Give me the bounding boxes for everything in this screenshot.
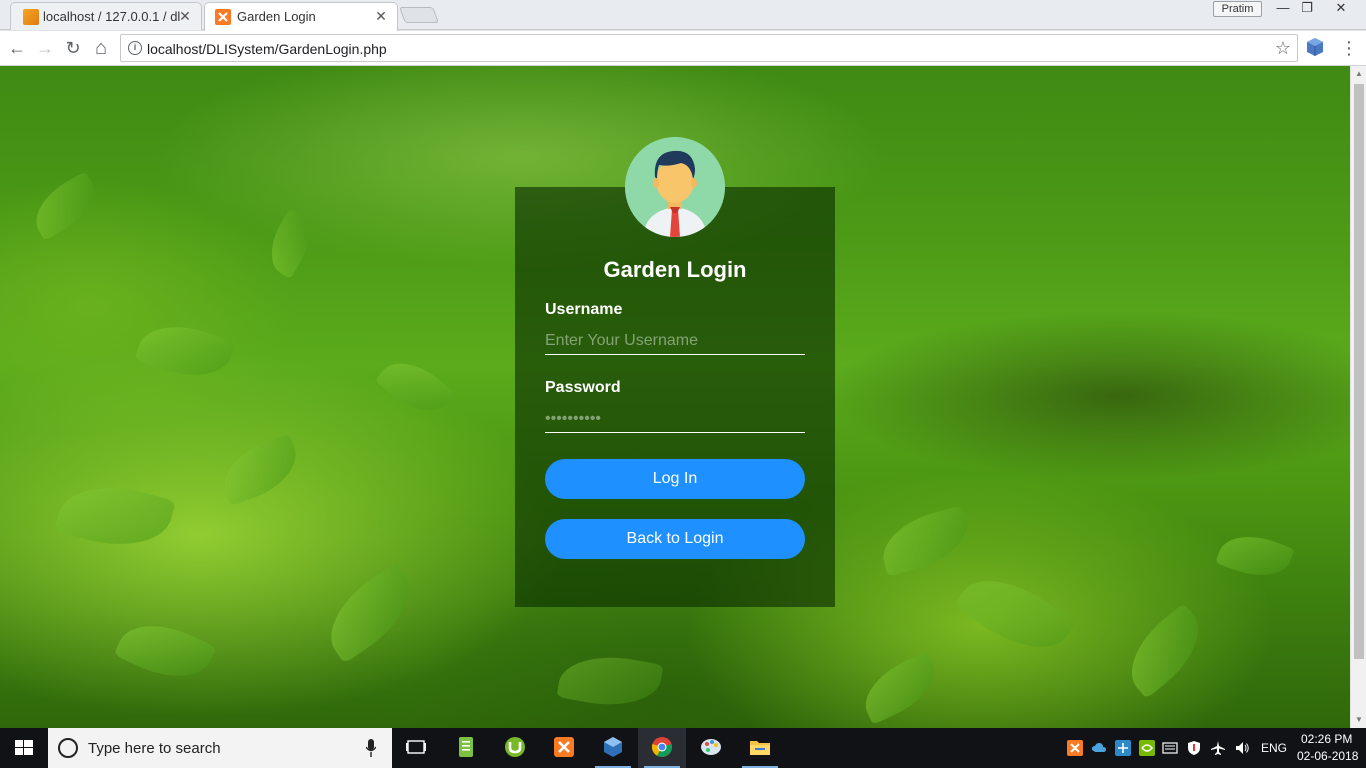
username-label: Username [545,301,623,318]
close-tab-icon[interactable]: ✕ [177,7,193,25]
task-view-button[interactable] [392,728,440,768]
notepad-plus-icon [459,737,473,757]
background-leaf [214,433,306,507]
notepad-plus-button[interactable] [442,728,490,768]
browser-menu-icon[interactable]: ⋮ [1340,35,1358,61]
folder-icon [750,741,770,755]
restore-icon[interactable]: ❐ [1294,0,1320,18]
user-avatar-icon [625,137,725,237]
taskbar-search[interactable]: Type here to search [48,728,392,768]
info-icon[interactable]: i [128,41,142,55]
xampp-tray-icon[interactable] [1067,740,1083,756]
clock-time[interactable]: 02:26 PM [1301,732,1352,746]
windows-taskbar: Type here to search ENG 02:26 PM 02-06-2… [0,728,1366,768]
background-leaf [113,609,217,693]
background-leaf [875,505,975,577]
start-button[interactable] [0,728,48,768]
minimize-icon[interactable]: — [1270,0,1296,18]
security-shield-tray-icon[interactable] [1186,740,1202,756]
keyboard-tray-icon[interactable] [1162,740,1178,756]
background-leaf [24,171,106,241]
background-leaf [953,559,1077,669]
tab-phpmyadmin[interactable]: localhost / 127.0.0.1 / dlis ✕ [10,2,202,30]
address-bar[interactable]: i localhost/DLISystem/GardenLogin.php ☆ [120,34,1298,62]
nvidia-tray-icon[interactable] [1139,740,1155,756]
tab-garden-login[interactable]: Garden Login ✕ [204,2,398,31]
task-view-icon [406,740,426,754]
username-input[interactable] [545,327,805,355]
home-icon[interactable]: ⌂ [88,35,114,61]
password-input[interactable] [545,405,805,433]
page-scrollbar[interactable]: ▲ ▼ [1350,66,1366,728]
cloud-sync-tray-icon[interactable] [1091,740,1107,756]
scroll-up-icon[interactable]: ▲ [1351,66,1366,82]
windows-logo-icon [15,740,33,755]
tab-title: localhost / 127.0.0.1 / dlis [43,9,181,24]
cortana-icon [58,738,78,758]
background-leaf [313,562,427,664]
back-arrow-icon[interactable]: ← [4,35,30,61]
background-leaf [259,209,321,279]
xampp-button[interactable] [540,728,588,768]
chrome-icon [651,737,672,757]
background-leaf [134,312,236,390]
login-card: Garden Login Username Password Log In Ba… [515,137,835,607]
page-viewport: Garden Login Username Password Log In Ba… [0,66,1350,728]
chrome-button[interactable] [638,728,686,768]
phpmyadmin-icon [23,9,39,25]
close-tab-icon[interactable]: ✕ [373,7,389,25]
profile-name[interactable]: Pratim [1213,1,1262,17]
virtualbox-button[interactable] [589,728,637,768]
network-app-tray-icon[interactable] [1115,740,1131,756]
tab-title: Garden Login [237,9,316,24]
paint-palette-icon [701,739,721,755]
background-leaf [854,651,946,725]
virtualbox-icon [604,737,622,757]
microphone-icon[interactable] [365,739,377,757]
login-button[interactable]: Log In [545,459,805,499]
utorrent-icon [505,737,525,757]
airplane-mode-icon[interactable] [1210,740,1226,756]
clock-date[interactable]: 02-06-2018 [1297,749,1358,763]
bookmark-star-icon[interactable]: ☆ [1275,38,1291,59]
background-leaf [374,348,456,426]
browser-toolbar: ← → ↻ ⌂ i localhost/DLISystem/GardenLogi… [0,31,1366,66]
extension-cube-icon[interactable] [1306,37,1324,57]
volume-icon[interactable] [1234,740,1250,756]
window-close-icon[interactable]: ✕ [1328,0,1354,18]
background-leaf [556,647,664,715]
forward-arrow-icon[interactable]: → [32,35,58,61]
scroll-thumb[interactable] [1354,84,1364,659]
file-explorer-button[interactable] [736,728,784,768]
xampp-icon [215,9,231,25]
xampp-icon [554,737,574,757]
url-text[interactable]: localhost/DLISystem/GardenLogin.php [147,41,387,57]
background-leaf [1215,525,1295,587]
background-leaf [54,472,176,560]
browser-tab-strip: localhost / 127.0.0.1 / dlis ✕ Garden Lo… [0,0,1366,31]
reload-icon[interactable]: ↻ [60,35,86,61]
paint-button[interactable] [687,728,735,768]
language-indicator[interactable]: ENG [1261,741,1287,755]
search-placeholder: Type here to search [88,740,221,757]
background-leaf [1114,602,1216,700]
password-label: Password [545,379,621,396]
login-title: Garden Login [603,257,747,282]
scroll-down-icon[interactable]: ▼ [1351,712,1366,728]
back-to-login-button[interactable]: Back to Login [545,519,805,559]
utorrent-button[interactable] [491,728,539,768]
new-tab-button[interactable] [399,7,439,23]
